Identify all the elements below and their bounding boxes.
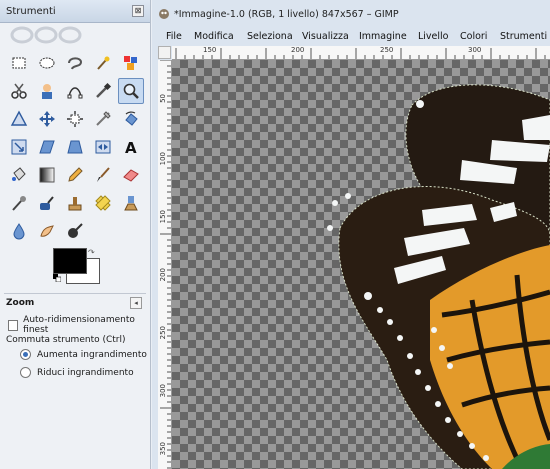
shear-icon[interactable] (34, 134, 60, 160)
default-colors-icon[interactable] (53, 274, 61, 282)
ruler-corner[interactable] (158, 46, 171, 59)
perspective-icon[interactable] (62, 134, 88, 160)
ink-icon[interactable] (34, 190, 60, 216)
airbrush-icon[interactable] (6, 190, 32, 216)
free-select-icon[interactable] (62, 50, 88, 76)
eraser-icon[interactable] (118, 162, 144, 188)
vertical-ruler-ticks (160, 60, 171, 469)
bucket-fill-icon[interactable] (6, 162, 32, 188)
vertical-ruler[interactable]: 50 100 150 200 250 300 350 (158, 60, 172, 469)
image-window: *Immagine-1.0 (RGB, 1 livello) 847x567 –… (152, 0, 550, 469)
zoom-out-option[interactable]: Riduci ingrandimento (20, 367, 134, 378)
toolbox-title: Strumenti (6, 6, 56, 17)
zoom-in-label: Aumenta ingrandimento (37, 349, 147, 360)
paintbrush-icon[interactable] (90, 162, 116, 188)
swap-colors-icon[interactable]: ↷ (88, 248, 98, 258)
auto-resize-label: Auto-ridimensionamento finest (23, 315, 135, 335)
menu-file[interactable]: File (166, 31, 182, 42)
rect-select-icon[interactable] (6, 50, 32, 76)
vruler-label: 300 (159, 384, 167, 398)
hruler-label: 200 (291, 46, 305, 54)
close-icon[interactable]: ⊠ (132, 5, 144, 17)
zoom-out-label: Riduci ingrandimento (37, 367, 134, 378)
tool-options-title: Zoom (6, 298, 35, 308)
text-icon[interactable]: A (118, 134, 144, 160)
align-icon[interactable] (62, 106, 88, 132)
vruler-label: 100 (159, 152, 167, 166)
color-picker-icon[interactable] (90, 78, 116, 104)
blur-icon[interactable] (6, 218, 32, 244)
foreground-color-swatch[interactable] (53, 248, 87, 274)
ellipse-select-icon[interactable] (34, 50, 60, 76)
hruler-label: 150 (203, 46, 217, 54)
menu-edit[interactable]: Modifica (194, 31, 234, 42)
scale-icon[interactable] (6, 134, 32, 160)
butterfly-image (327, 84, 550, 469)
fuzzy-select-icon[interactable] (90, 50, 116, 76)
perspective-clone-icon[interactable] (118, 190, 144, 216)
menu-colors[interactable]: Colori (460, 31, 487, 42)
horizontal-ruler-ticks (175, 48, 546, 59)
scissors-select-icon[interactable] (6, 78, 32, 104)
image-window-title: *Immagine-1.0 (RGB, 1 livello) 847x567 –… (174, 9, 399, 20)
heal-icon[interactable] (90, 190, 116, 216)
flip-icon[interactable] (90, 134, 116, 160)
menu-tools[interactable]: Strumenti (500, 31, 547, 42)
move-icon[interactable] (34, 106, 60, 132)
measure-icon[interactable] (6, 106, 32, 132)
zoom-out-radio[interactable] (20, 367, 31, 378)
zoom-icon[interactable] (118, 78, 144, 104)
auto-resize-option[interactable]: Auto-ridimensionamento finest (8, 315, 150, 335)
toolbox-panel: Strumenti ⊠ A ↷ Zoom ◂ Auto-ridimensiona… (0, 0, 151, 469)
menu-view[interactable]: Visualizza (302, 31, 349, 42)
horizontal-ruler[interactable]: 150 200 250 300 (172, 46, 550, 60)
smudge-icon[interactable] (34, 218, 60, 244)
vruler-label: 150 (159, 210, 167, 224)
dodge-burn-icon[interactable] (62, 218, 88, 244)
gimp-window-icon (159, 9, 169, 19)
vruler-label: 350 (159, 442, 167, 456)
zoom-in-radio[interactable] (20, 349, 31, 360)
menu-layer[interactable]: Livello (418, 31, 449, 42)
image-canvas[interactable] (172, 60, 550, 469)
vruler-label: 50 (159, 94, 167, 103)
menubar: File Modifica Seleziona Visualizza Immag… (158, 30, 550, 44)
blend-icon[interactable] (34, 162, 60, 188)
foreground-select-icon[interactable] (34, 78, 60, 104)
image-window-titlebar: *Immagine-1.0 (RGB, 1 livello) 847x567 –… (158, 6, 550, 24)
paths-icon[interactable] (62, 78, 88, 104)
toggle-tool-label: Commuta strumento (Ctrl) (6, 335, 126, 345)
vruler-label: 200 (159, 268, 167, 282)
menu-image[interactable]: Immagine (359, 31, 407, 42)
rotate-icon[interactable] (118, 106, 144, 132)
toolbox-titlebar: Strumenti ⊠ (0, 0, 150, 23)
crop-icon[interactable] (90, 106, 116, 132)
zoom-in-option[interactable]: Aumenta ingrandimento (20, 349, 147, 360)
gimp-logo-icon (10, 26, 82, 44)
divider (4, 293, 146, 294)
auto-resize-checkbox[interactable] (8, 319, 19, 331)
svg-text:A: A (125, 139, 137, 156)
menu-select[interactable]: Seleziona (247, 31, 293, 42)
hruler-label: 250 (380, 46, 394, 54)
hruler-label: 300 (468, 46, 482, 54)
pencil-icon[interactable] (62, 162, 88, 188)
clone-icon[interactable] (62, 190, 88, 216)
color-select-icon[interactable] (118, 50, 144, 76)
options-menu-button[interactable]: ◂ (130, 297, 142, 309)
vruler-label: 250 (159, 326, 167, 340)
